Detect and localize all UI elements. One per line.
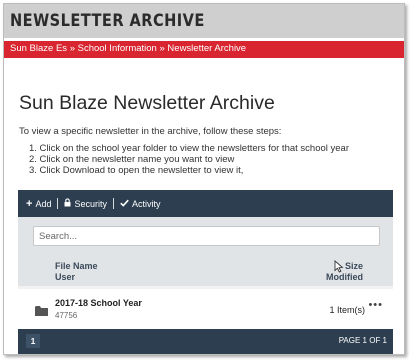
column-modified[interactable]: Modified: [326, 272, 363, 282]
instruction-step: 2. Click on the newsletter name you want…: [29, 154, 235, 165]
instruction-step: 1. Click on the school year folder to vi…: [29, 143, 349, 154]
add-button-label: Add: [35, 198, 52, 209]
toolbar-divider: [57, 198, 59, 209]
folder-name[interactable]: 2017-18 School Year: [55, 298, 142, 308]
breadcrumb-current: Newsletter Archive: [167, 43, 247, 54]
folder-size: 1 Item(s): [329, 305, 365, 315]
check-icon: [120, 199, 129, 209]
instruction-step: 3. Click Download to open the newsletter…: [29, 165, 244, 176]
intro-text: To view a specific newsletter in the arc…: [19, 126, 282, 137]
column-header: File Name User Size Modified: [18, 253, 393, 286]
add-button[interactable]: + Add: [26, 198, 51, 210]
security-button[interactable]: Security: [64, 198, 107, 209]
toolbar-divider: [112, 198, 114, 209]
lock-icon: [64, 198, 71, 209]
instruction-list: 1. Click on the school year folder to vi…: [29, 143, 349, 176]
breadcrumb-link-school[interactable]: Sun Blaze Es: [10, 43, 67, 54]
table-row[interactable]: 2017-18 School Year 47756 1 Item(s) •••: [18, 289, 393, 329]
header-banner: NEWSLETTER ARCHIVE: [4, 4, 404, 38]
file-toolbar: + Add Security Activity: [18, 190, 393, 217]
plus-icon: +: [26, 197, 33, 210]
breadcrumb-bar: Sun Blaze Es » School Information » News…: [4, 41, 404, 58]
more-options-icon[interactable]: •••: [368, 299, 383, 311]
folder-icon: [35, 303, 48, 316]
page-number-button[interactable]: 1: [26, 334, 40, 348]
folder-user: 47756: [55, 311, 78, 320]
activity-button-label: Activity: [131, 198, 161, 209]
breadcrumb: Sun Blaze Es » School Information » News…: [10, 43, 246, 54]
search-area: [18, 217, 393, 253]
search-input[interactable]: [33, 226, 380, 246]
file-browser-panel: + Add Security Activity File Name: [18, 190, 393, 354]
page-frame: NEWSLETTER ARCHIVE Sun Blaze Es » School…: [3, 3, 405, 355]
column-user[interactable]: User: [55, 272, 75, 282]
banner-title: NEWSLETTER ARCHIVE: [10, 11, 205, 31]
breadcrumb-separator: »: [69, 43, 75, 54]
breadcrumb-link-school-information[interactable]: School Information: [78, 43, 157, 54]
column-file-name[interactable]: File Name: [55, 261, 98, 271]
activity-button[interactable]: Activity: [120, 198, 161, 209]
pagination-bar: 1 PAGE 1 OF 1: [18, 329, 393, 354]
page-title: Sun Blaze Newsletter Archive: [19, 92, 275, 114]
security-button-label: Security: [74, 198, 107, 209]
page-info: PAGE 1 OF 1: [338, 336, 387, 345]
breadcrumb-separator: »: [159, 43, 165, 54]
column-size[interactable]: Size: [345, 261, 363, 271]
